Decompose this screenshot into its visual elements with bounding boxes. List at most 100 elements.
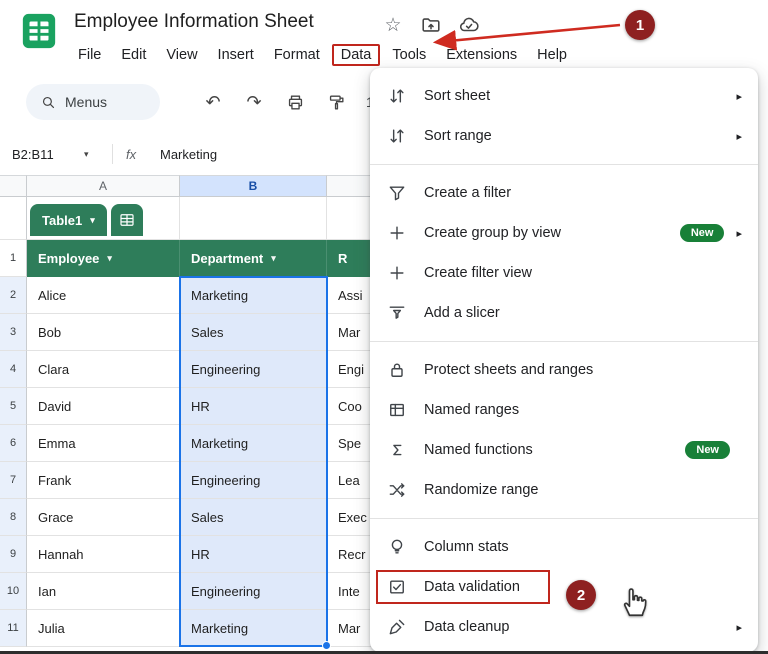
fill-handle[interactable] bbox=[322, 641, 331, 650]
column-stats-icon bbox=[386, 536, 408, 558]
shuffle-icon bbox=[386, 479, 408, 501]
lock-icon bbox=[386, 359, 408, 381]
row-number[interactable]: 11 bbox=[0, 610, 27, 647]
submenu-arrow-icon: ▸ bbox=[736, 90, 742, 103]
document-title[interactable]: Employee Information Sheet bbox=[74, 11, 314, 33]
cell-department[interactable]: Marketing bbox=[180, 425, 327, 462]
data-validation-icon bbox=[386, 576, 408, 598]
row-number[interactable]: 6 bbox=[0, 425, 27, 462]
redo-icon[interactable]: ↷ bbox=[243, 90, 265, 114]
row-number[interactable]: 1 bbox=[0, 240, 27, 277]
column-header-b[interactable]: B bbox=[180, 175, 327, 197]
menu-data[interactable]: Data bbox=[332, 44, 381, 66]
menu-divider bbox=[370, 341, 758, 342]
undo-icon[interactable]: ↶ bbox=[202, 90, 224, 114]
chevron-down-icon: ▾ bbox=[90, 215, 95, 226]
menus-search-button[interactable]: Menus bbox=[26, 84, 160, 120]
header-cell-department[interactable]: Department ▾ bbox=[180, 240, 327, 277]
print-icon[interactable] bbox=[284, 90, 306, 114]
table-chip[interactable]: Table1 ▾ bbox=[30, 204, 107, 236]
plus-icon bbox=[386, 262, 408, 284]
dropdown-chevron-icon[interactable]: ▾ bbox=[271, 253, 276, 264]
menu-item-column-stats[interactable]: Column stats bbox=[370, 527, 758, 567]
cell-employee[interactable]: Grace bbox=[27, 499, 180, 536]
name-box[interactable]: B2:B11 bbox=[12, 147, 54, 162]
menu-divider bbox=[370, 518, 758, 519]
sort-sheet-icon bbox=[386, 85, 408, 107]
dropdown-chevron-icon[interactable]: ▾ bbox=[107, 253, 112, 264]
formula-input[interactable]: Marketing bbox=[160, 147, 217, 162]
cell-employee[interactable]: Emma bbox=[27, 425, 180, 462]
row-number[interactable]: 10 bbox=[0, 573, 27, 610]
step-2-badge: 2 bbox=[566, 580, 596, 610]
cell-employee[interactable]: Bob bbox=[27, 314, 180, 351]
menu-item-add-a-slicer[interactable]: Add a slicer bbox=[370, 293, 758, 333]
cell-employee[interactable]: Ian bbox=[27, 573, 180, 610]
menu-item-named-ranges[interactable]: Named ranges bbox=[370, 390, 758, 430]
cell-employee[interactable]: Frank bbox=[27, 462, 180, 499]
cell-department[interactable]: Engineering bbox=[180, 573, 327, 610]
column-header-a[interactable]: A bbox=[27, 175, 180, 197]
name-box-caret-icon[interactable]: ▾ bbox=[84, 149, 89, 160]
cell-department[interactable]: Marketing bbox=[180, 610, 327, 647]
row-number[interactable]: 8 bbox=[0, 499, 27, 536]
cell-department[interactable]: Marketing bbox=[180, 277, 327, 314]
cell-department[interactable]: HR bbox=[180, 388, 327, 425]
cell-department[interactable]: Engineering bbox=[180, 351, 327, 388]
sort-range-icon bbox=[386, 125, 408, 147]
cell-employee[interactable]: Alice bbox=[27, 277, 180, 314]
menu-edit[interactable]: Edit bbox=[111, 45, 156, 65]
cell-department[interactable]: Engineering bbox=[180, 462, 327, 499]
row-number[interactable]: 7 bbox=[0, 462, 27, 499]
menu-item-sort-sheet[interactable]: Sort sheet ▸ bbox=[370, 76, 758, 116]
menu-view[interactable]: View bbox=[156, 45, 207, 65]
header-cell-employee[interactable]: Employee ▾ bbox=[27, 240, 180, 277]
paint-format-icon[interactable] bbox=[325, 90, 347, 114]
menu-item-randomize-range[interactable]: Randomize range bbox=[370, 470, 758, 510]
menu-tools[interactable]: Tools bbox=[382, 45, 436, 65]
row-number[interactable]: 5 bbox=[0, 388, 27, 425]
menubar: FileEditViewInsertFormatDataToolsExtensi… bbox=[68, 42, 577, 68]
sigma-icon bbox=[386, 439, 408, 461]
table-grid-button[interactable] bbox=[111, 204, 143, 236]
menu-item-protect-sheets-and-ranges[interactable]: Protect sheets and ranges bbox=[370, 350, 758, 390]
new-badge: New bbox=[680, 224, 725, 242]
divider bbox=[112, 144, 113, 164]
row-number[interactable]: 3 bbox=[0, 314, 27, 351]
submenu-arrow-icon: ▸ bbox=[736, 227, 742, 240]
menu-item-create-a-filter[interactable]: Create a filter bbox=[370, 173, 758, 213]
menu-insert[interactable]: Insert bbox=[208, 45, 264, 65]
step-1-badge: 1 bbox=[625, 10, 655, 40]
cell-employee[interactable]: Clara bbox=[27, 351, 180, 388]
menu-file[interactable]: File bbox=[68, 45, 111, 65]
sheets-logo-icon[interactable] bbox=[20, 12, 58, 50]
cell-employee[interactable]: Hannah bbox=[27, 536, 180, 573]
menu-format[interactable]: Format bbox=[264, 45, 330, 65]
menu-item-create-filter-view[interactable]: Create filter view bbox=[370, 253, 758, 293]
submenu-arrow-icon: ▸ bbox=[736, 621, 742, 634]
cloud-check-icon[interactable] bbox=[458, 14, 480, 36]
cell-department[interactable]: Sales bbox=[180, 499, 327, 536]
row-number[interactable]: 4 bbox=[0, 351, 27, 388]
move-folder-icon[interactable] bbox=[420, 14, 442, 36]
menu-item-named-functions[interactable]: Named functions New bbox=[370, 430, 758, 470]
menu-help[interactable]: Help bbox=[527, 45, 577, 65]
select-all-corner[interactable] bbox=[0, 175, 27, 197]
menu-divider bbox=[370, 164, 758, 165]
star-icon[interactable]: ☆ bbox=[382, 14, 404, 36]
menu-extensions[interactable]: Extensions bbox=[436, 45, 527, 65]
cell-department[interactable]: Sales bbox=[180, 314, 327, 351]
data-menu-items: Sort sheet ▸ Sort range ▸ Create a filte… bbox=[370, 76, 758, 647]
menu-item-sort-range[interactable]: Sort range ▸ bbox=[370, 116, 758, 156]
search-icon bbox=[40, 94, 57, 111]
cell-employee[interactable]: David bbox=[27, 388, 180, 425]
menu-item-data-validation[interactable]: Data validation bbox=[370, 567, 758, 607]
cell-employee[interactable]: Julia bbox=[27, 610, 180, 647]
cell-department[interactable]: HR bbox=[180, 536, 327, 573]
row-number[interactable]: 2 bbox=[0, 277, 27, 314]
menu-item-data-cleanup[interactable]: Data cleanup ▸ bbox=[370, 607, 758, 647]
menu-item-create-group-by-view[interactable]: Create group by view New ▸ bbox=[370, 213, 758, 253]
filter-icon bbox=[386, 182, 408, 204]
plus-icon bbox=[386, 222, 408, 244]
row-number[interactable]: 9 bbox=[0, 536, 27, 573]
